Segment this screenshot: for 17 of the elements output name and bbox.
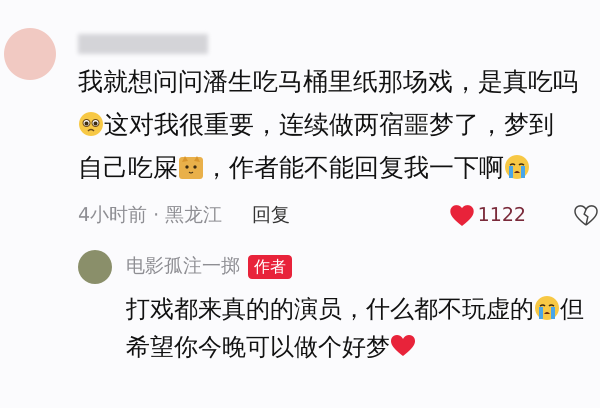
author-badge: 作者: [248, 254, 292, 278]
dislike-button[interactable]: [574, 204, 598, 226]
heart-icon: [450, 204, 474, 226]
crying-face-icon: [504, 154, 530, 180]
comment-time-location: 4小时前 · 黑龙江: [78, 203, 222, 228]
author-name: 电影孤注一掷: [126, 254, 240, 280]
comment-text: 我就想问问潘生吃马桶里纸那场戏，是真吃吗 这对我很重要，连续做两宿噩梦了，梦到自己吃屎 ，作者能不能回复我一下啊: [78, 66, 578, 184]
author-avatar: [78, 250, 112, 284]
heart-icon: [390, 332, 416, 358]
avatar: [4, 28, 56, 80]
crying-face-icon: [534, 294, 560, 320]
reply-text: 打戏都来真的的演员，什么都不玩虚的 但希望你今晚可以做个好梦: [126, 294, 585, 362]
cat-icon: [178, 154, 204, 180]
reply-button[interactable]: 回复: [252, 201, 290, 230]
pleading-face-icon: [78, 111, 104, 137]
broken-heart-icon: [574, 204, 598, 226]
like-button[interactable]: 1122: [450, 201, 526, 230]
